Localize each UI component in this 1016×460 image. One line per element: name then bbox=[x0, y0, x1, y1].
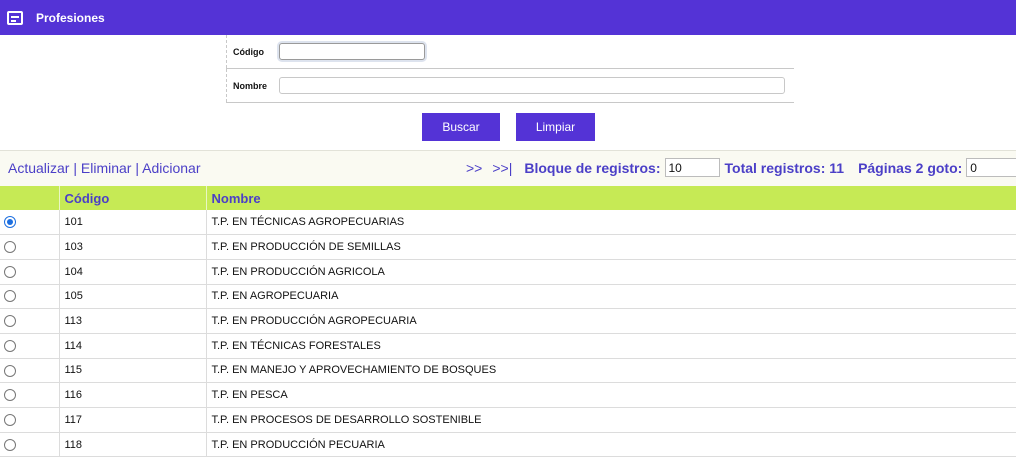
table-row[interactable]: 118 T.P. EN PRODUCCIÓN PECUARIA bbox=[0, 432, 1016, 457]
professions-table: Código Nombre 101 T.P. EN TÉCNICAS AGROPE… bbox=[0, 186, 1016, 457]
row-radio[interactable] bbox=[4, 413, 16, 426]
row-name: T.P. EN MANEJO Y APROVECHAMIENTO DE BOSQ… bbox=[205, 358, 1016, 383]
delete-link[interactable]: Eliminar bbox=[81, 160, 132, 176]
table-row[interactable]: 113 T.P. EN PRODUCCIÓN AGROPECUARIA bbox=[0, 308, 1016, 334]
record-actions: Actualizar | Eliminar | Adicionar bbox=[8, 160, 201, 176]
last-page-link[interactable]: >>| bbox=[492, 160, 512, 176]
row-radio[interactable] bbox=[4, 290, 16, 303]
row-code: 117 bbox=[58, 407, 206, 433]
table-row[interactable]: 104 T.P. EN PRODUCCIÓN AGRICOLA bbox=[0, 259, 1016, 285]
row-radio[interactable] bbox=[4, 364, 16, 377]
name-row: Nombre bbox=[226, 69, 794, 103]
row-code: 115 bbox=[58, 358, 206, 383]
column-header-name[interactable]: Nombre bbox=[205, 186, 1016, 210]
pages-goto-label: Páginas 2 goto: bbox=[858, 159, 963, 176]
row-name: T.P. EN TÉCNICAS AGROPECUARIAS bbox=[205, 210, 1016, 235]
table-row[interactable]: 115 T.P. EN MANEJO Y APROVECHAMIENTO DE B… bbox=[0, 358, 1016, 383]
row-radio[interactable] bbox=[4, 339, 16, 352]
table-row[interactable]: 103 T.P. EN PRODUCCIÓN DE SEMILLAS bbox=[0, 234, 1016, 260]
row-radio[interactable] bbox=[4, 438, 16, 451]
block-size-label: Bloque de registros: bbox=[524, 159, 661, 176]
row-code: 118 bbox=[58, 432, 206, 457]
row-name: T.P. EN PRODUCCIÓN AGRICOLA bbox=[205, 259, 1016, 285]
row-name: T.P. EN PRODUCCIÓN DE SEMILLAS bbox=[205, 234, 1016, 260]
row-radio[interactable] bbox=[4, 389, 16, 402]
block-size-input[interactable] bbox=[664, 158, 720, 177]
code-row: Código bbox=[226, 35, 794, 69]
search-button[interactable]: Buscar bbox=[422, 113, 500, 141]
add-link[interactable]: Adicionar bbox=[142, 160, 200, 176]
row-code: 103 bbox=[58, 234, 206, 260]
list-card-icon bbox=[7, 10, 23, 25]
row-radio[interactable] bbox=[4, 241, 16, 254]
pagination: >> >>| Bloque de registros: Total regist… bbox=[466, 158, 1016, 177]
table-row[interactable]: 114 T.P. EN TÉCNICAS FORESTALES bbox=[0, 333, 1016, 359]
page-title: Profesiones bbox=[36, 10, 105, 25]
row-code: 104 bbox=[58, 259, 206, 285]
name-input[interactable] bbox=[279, 77, 785, 94]
row-name: T.P. EN PRODUCCIÓN AGROPECUARIA bbox=[205, 308, 1016, 334]
results-toolbar: Actualizar | Eliminar | Adicionar >> >>|… bbox=[0, 150, 1016, 186]
total-records-label: Total registros: 11 bbox=[724, 159, 845, 176]
code-label: Código bbox=[233, 46, 264, 57]
column-header-select bbox=[0, 186, 59, 210]
row-code: 105 bbox=[58, 284, 206, 309]
row-name: T.P. EN AGROPECUARIA bbox=[205, 284, 1016, 309]
separator: | bbox=[73, 160, 77, 176]
search-form: Código Nombre bbox=[226, 35, 794, 103]
row-name: T.P. EN PRODUCCIÓN PECUARIA bbox=[205, 432, 1016, 457]
goto-page-input[interactable] bbox=[966, 158, 1016, 177]
column-header-code[interactable]: Código bbox=[58, 186, 206, 210]
row-name: T.P. EN PROCESOS DE DESARROLLO SOSTENIBL… bbox=[205, 407, 1016, 433]
clear-button[interactable]: Limpiar bbox=[516, 113, 595, 141]
row-code: 113 bbox=[58, 308, 206, 334]
row-radio[interactable] bbox=[4, 265, 16, 278]
table-header-row: Código Nombre bbox=[0, 186, 1016, 210]
row-code: 116 bbox=[58, 382, 206, 408]
table-row[interactable]: 116 T.P. EN PESCA bbox=[0, 382, 1016, 408]
table-row[interactable]: 117 T.P. EN PROCESOS DE DESARROLLO SOSTEN… bbox=[0, 407, 1016, 433]
row-code: 101 bbox=[58, 210, 206, 235]
row-radio[interactable] bbox=[4, 216, 16, 229]
row-name: T.P. EN PESCA bbox=[205, 382, 1016, 408]
title-bar: Profesiones bbox=[0, 0, 1016, 35]
row-code: 114 bbox=[58, 333, 206, 359]
table-row[interactable]: 105 T.P. EN AGROPECUARIA bbox=[0, 284, 1016, 309]
next-page-link[interactable]: >> bbox=[466, 160, 482, 176]
table-row[interactable]: 101 T.P. EN TÉCNICAS AGROPECUARIAS bbox=[0, 210, 1016, 235]
separator: | bbox=[135, 160, 139, 176]
name-label: Nombre bbox=[233, 80, 268, 91]
row-radio[interactable] bbox=[4, 315, 16, 328]
row-name: T.P. EN TÉCNICAS FORESTALES bbox=[205, 333, 1016, 359]
code-input[interactable] bbox=[279, 43, 425, 60]
refresh-link[interactable]: Actualizar bbox=[8, 160, 69, 176]
